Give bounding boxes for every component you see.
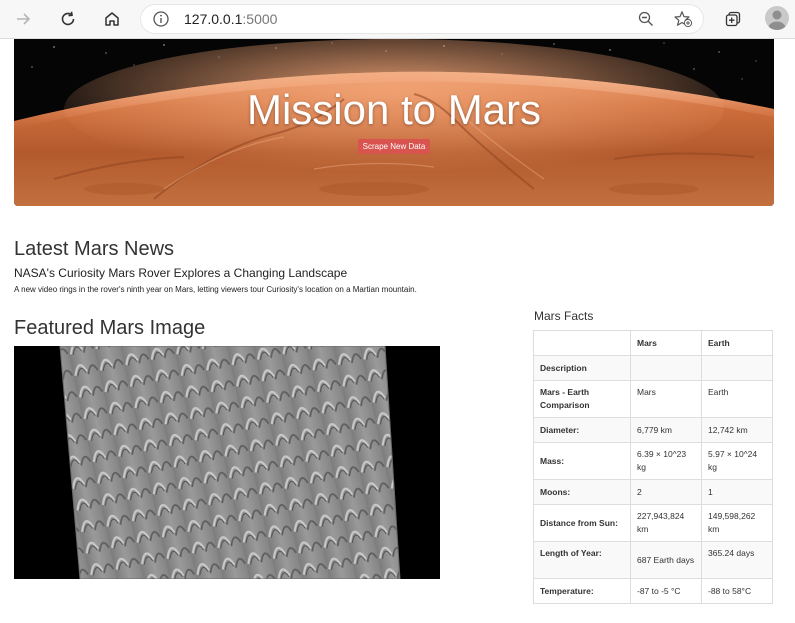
mars-value: 687 Earth days [630,541,702,579]
earth-value: 365.24 days [701,541,773,579]
column-header [533,330,631,356]
earth-value [701,355,773,381]
collections-button[interactable] [718,4,748,34]
earth-value: 5.97 × 10^24 kg [701,442,773,480]
table-row: Length of Year: 687 Earth days 365.24 da… [533,541,773,579]
row-label: Description [533,355,631,381]
earth-value: 1 [701,479,773,505]
row-label: Mass: [533,442,631,480]
hero-banner: Mission to Mars Scrape New Data [14,39,774,206]
row-label: Distance from Sun: [533,504,631,542]
table-row: Temperature: -87 to -5 °C -88 to 58°C [533,578,773,604]
row-label: Diameter: [533,417,631,443]
mars-value: 2 [630,479,702,505]
mars-value: 227,943,824 km [630,504,702,542]
mars-facts-table: Mars Earth Description Mars - Earth Comp… [533,330,773,604]
column-header-earth: Earth [701,330,773,356]
home-button[interactable] [97,4,127,34]
row-label: Temperature: [533,578,631,604]
table-row: Diameter: 6,779 km 12,742 km [533,417,773,443]
home-icon [105,12,119,26]
url-host: 127.0.0.1 [184,11,243,27]
featured-mars-image [14,345,440,580]
table-row: Description [533,355,773,381]
forward-button[interactable] [8,4,38,34]
earth-value: -88 to 58°C [701,578,773,604]
news-paragraph: A new video rings in the rover's ninth y… [14,285,417,294]
earth-value: 12,742 km [701,417,773,443]
address-bar[interactable]: 127.0.0.1:5000 [140,4,704,34]
scrape-new-data-button[interactable]: Scrape New Data [358,139,430,154]
featured-image-heading: Featured Mars Image [14,317,206,339]
facts-heading: Mars Facts [534,309,594,323]
mars-value: Mars [630,380,702,418]
page-title: Mission to Mars [246,86,542,133]
mars-value: 6.39 × 10^23 kg [630,442,702,480]
table-row: Mars - Earth Comparison Mars Earth [533,380,773,418]
table-row: Moons: 2 1 [533,479,773,505]
refresh-button[interactable] [53,4,83,34]
mars-terrain-image [14,345,440,580]
add-favorite-icon[interactable] [673,10,693,28]
table-row: Mass: 6.39 × 10^23 kg 5.97 × 10^24 kg [533,442,773,480]
news-title: NASA's Curiosity Mars Rover Explores a C… [14,266,348,280]
news-heading: Latest Mars News [14,238,175,260]
row-label: Moons: [533,479,631,505]
earth-value: Earth [701,380,773,418]
earth-value: 149,598,262 km [701,504,773,542]
forward-arrow-icon [17,13,31,25]
browser-toolbar: 127.0.0.1:5000 [0,0,795,39]
info-icon[interactable] [152,10,170,28]
row-label: Length of Year: [533,541,631,579]
mars-value [630,355,702,381]
table-row: Distance from Sun: 227,943,824 km 149,59… [533,504,773,542]
row-label: Mars - Earth Comparison [533,380,631,418]
zoom-out-icon[interactable] [637,10,655,28]
url-port: :5000 [242,11,278,27]
column-header-mars: Mars [630,330,702,356]
mars-value: 6,779 km [630,417,702,443]
refresh-icon [61,11,75,26]
mars-value: -87 to -5 °C [630,578,702,604]
collections-icon [725,11,741,27]
url-text: 127.0.0.1:5000 [184,11,277,27]
table-header-row: Mars Earth [533,330,773,356]
user-icon [768,10,786,30]
profile-avatar[interactable] [765,6,789,30]
